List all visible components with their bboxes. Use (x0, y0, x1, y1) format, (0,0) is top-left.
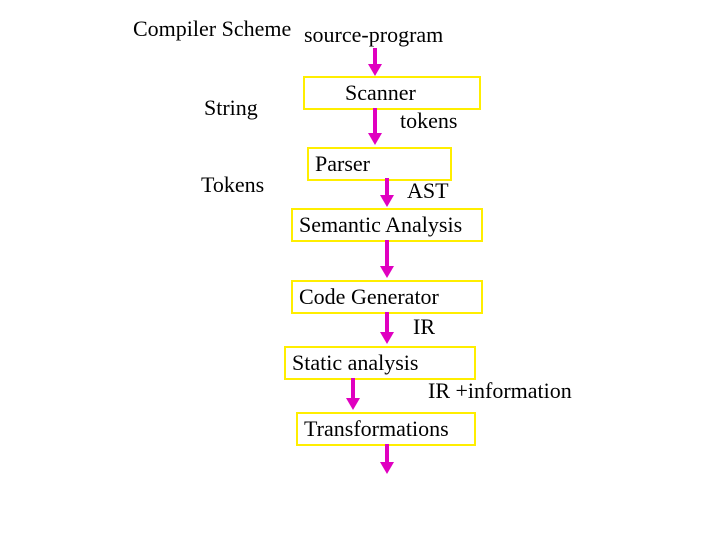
stage-transformations: Transformations (296, 412, 476, 446)
edge-label-ast: AST (407, 178, 449, 204)
edge-label-ir: IR (413, 314, 435, 340)
side-label-tokens: Tokens (201, 172, 264, 198)
stage-code-generator: Code Generator (291, 280, 483, 314)
stage-static-analysis: Static analysis (284, 346, 476, 380)
arrow-transform-out (380, 444, 394, 474)
arrow-codegen-to-static (380, 312, 394, 344)
diagram-title: Compiler Scheme (133, 16, 291, 42)
arrow-scanner-to-parser (368, 108, 382, 145)
stage-semantic-analysis: Semantic Analysis (291, 208, 483, 242)
edge-label-ir-info: IR +information (428, 378, 572, 404)
stage-parser: Parser (307, 147, 452, 181)
arrow-static-to-transform (346, 378, 360, 410)
input-label: source-program (304, 22, 443, 48)
edge-label-tokens: tokens (400, 108, 457, 134)
side-label-string: String (204, 95, 258, 121)
stage-scanner: Scanner (303, 76, 481, 110)
arrow-source-to-scanner (368, 48, 382, 76)
arrow-parser-to-semantic (380, 178, 394, 207)
arrow-semantic-to-codegen (380, 240, 394, 278)
